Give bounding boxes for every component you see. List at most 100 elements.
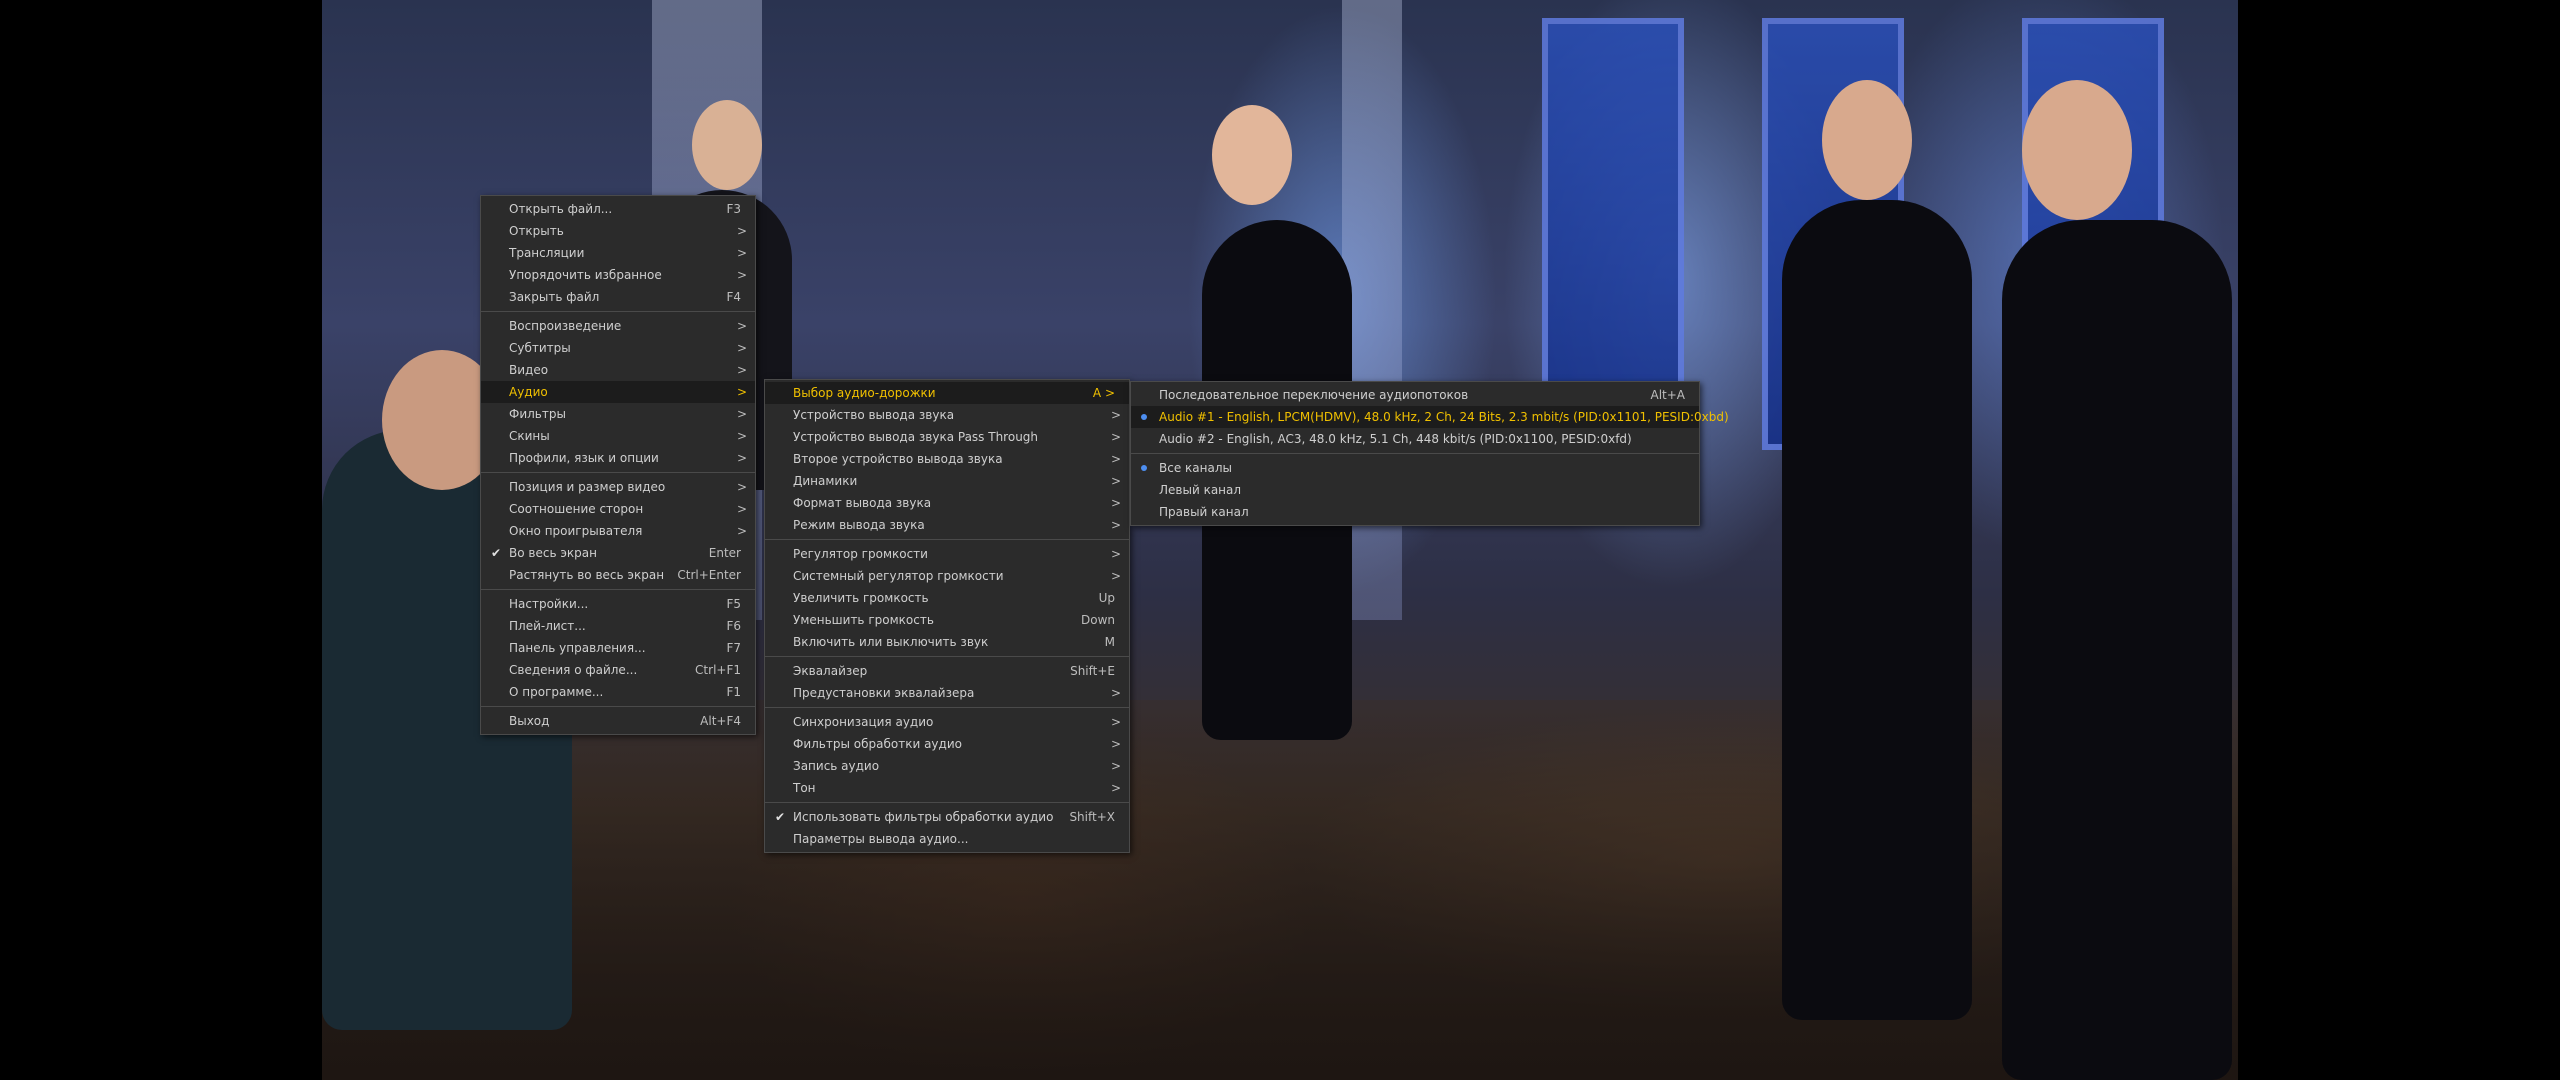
track-menu-item-label: Все каналы bbox=[1159, 461, 1232, 475]
audio-menu-item[interactable]: Фильтры обработки аудио > bbox=[765, 733, 1129, 755]
audio-menu-item-label: Режим вывода звука bbox=[793, 518, 925, 532]
main-menu-item-label: Позиция и размер видео bbox=[509, 480, 666, 494]
radio-dot-icon bbox=[1141, 465, 1147, 471]
submenu-audio: Выбор аудио-дорожки A > Устройство вывода … bbox=[764, 379, 1130, 853]
main-menu-item-label: Воспроизведение bbox=[509, 319, 622, 333]
main-menu-item[interactable]: Окно проигрывателя > bbox=[481, 520, 755, 542]
menu-separator bbox=[481, 472, 755, 473]
submenu-arrow-icon: > bbox=[1110, 715, 1121, 729]
main-menu-item-label: Фильтры bbox=[509, 407, 566, 421]
submenu-arrow-icon: > bbox=[736, 246, 747, 260]
main-menu-item[interactable]: Соотношение сторон > bbox=[481, 498, 755, 520]
audio-menu-item-label: Запись аудио bbox=[793, 759, 880, 773]
audio-menu-item-label: Предустановки эквалайзера bbox=[793, 686, 975, 700]
main-menu-item-label: Панель управления... bbox=[509, 641, 646, 655]
main-menu-item-label: Растянуть во весь экран bbox=[509, 568, 665, 582]
main-menu-item[interactable]: Профили, язык и опции > bbox=[481, 447, 755, 469]
audio-menu-item-label: Использовать фильтры обработки аудио bbox=[793, 810, 1054, 824]
audio-menu-item[interactable]: Предустановки эквалайзера > bbox=[765, 682, 1129, 704]
track-menu-item[interactable]: Последовательное переключение аудиопоток… bbox=[1131, 384, 1699, 406]
audio-menu-item-label: Устройство вывода звука bbox=[793, 408, 955, 422]
audio-menu-item[interactable]: Включить или выключить звук M bbox=[765, 631, 1129, 653]
audio-menu-item-label: Включить или выключить звук bbox=[793, 635, 989, 649]
audio-menu-item[interactable]: Второе устройство вывода звука > bbox=[765, 448, 1129, 470]
submenu-arrow-icon: > bbox=[1110, 408, 1121, 422]
main-menu-item[interactable]: Аудио > bbox=[481, 381, 755, 403]
main-menu-item[interactable]: Воспроизведение > bbox=[481, 315, 755, 337]
audio-menu-item[interactable]: Устройство вывода звука Pass Through > bbox=[765, 426, 1129, 448]
audio-menu-item[interactable]: Устройство вывода звука > bbox=[765, 404, 1129, 426]
audio-menu-item-label: Устройство вывода звука Pass Through bbox=[793, 430, 1039, 444]
audio-menu-item-label: Системный регулятор громкости bbox=[793, 569, 1004, 583]
audio-menu-item[interactable]: Запись аудио > bbox=[765, 755, 1129, 777]
track-menu-item-label: Audio #1 - English, LPCM(HDMV), 48.0 kHz… bbox=[1159, 410, 1729, 424]
audio-menu-item[interactable]: Эквалайзер Shift+E bbox=[765, 660, 1129, 682]
menu-separator bbox=[481, 706, 755, 707]
audio-menu-item[interactable]: Формат вывода звука > bbox=[765, 492, 1129, 514]
track-menu-item[interactable]: Audio #2 - English, AC3, 48.0 kHz, 5.1 C… bbox=[1131, 428, 1699, 450]
main-menu-item[interactable]: Растянуть во весь экран Ctrl+Enter bbox=[481, 564, 755, 586]
main-menu-item[interactable]: Позиция и размер видео > bbox=[481, 476, 755, 498]
audio-menu-item-label: Увеличить громкость bbox=[793, 591, 929, 605]
audio-menu-item[interactable]: Системный регулятор громкости > bbox=[765, 565, 1129, 587]
main-menu-item-label: Видео bbox=[509, 363, 549, 377]
menu-shortcut: M bbox=[1104, 635, 1115, 649]
main-menu-item-label: Открыть файл... bbox=[509, 202, 613, 216]
main-menu-item[interactable]: Открыть > bbox=[481, 220, 755, 242]
menu-shortcut: Up bbox=[1098, 591, 1115, 605]
audio-menu-item[interactable]: Уменьшить громкость Down bbox=[765, 609, 1129, 631]
track-menu-item-label: Правый канал bbox=[1159, 505, 1249, 519]
sax-player-head bbox=[2022, 80, 2132, 220]
submenu-arrow-icon: > bbox=[1110, 547, 1121, 561]
main-menu-item[interactable]: Скины > bbox=[481, 425, 755, 447]
audio-menu-item[interactable]: Тон > bbox=[765, 777, 1129, 799]
main-menu-item-label: Открыть bbox=[509, 224, 564, 238]
main-menu-item[interactable]: Фильтры > bbox=[481, 403, 755, 425]
submenu-arrow-icon: > bbox=[736, 224, 747, 238]
audio-menu-item[interactable]: ✔ Использовать фильтры обработки аудио Shi… bbox=[765, 806, 1129, 828]
main-menu-item[interactable]: Сведения о файле... Ctrl+F1 bbox=[481, 659, 755, 681]
main-menu-item-label: Плей-лист... bbox=[509, 619, 586, 633]
main-menu-item[interactable]: Видео > bbox=[481, 359, 755, 381]
audio-menu-item[interactable]: Синхронизация аудио > bbox=[765, 711, 1129, 733]
main-menu-item-label: Трансляции bbox=[509, 246, 585, 260]
main-menu-item-label: Скины bbox=[509, 429, 550, 443]
submenu-arrow-icon: > bbox=[736, 385, 747, 399]
main-menu-item[interactable]: Упорядочить избранное > bbox=[481, 264, 755, 286]
track-menu-item[interactable]: Audio #1 - English, LPCM(HDMV), 48.0 kHz… bbox=[1131, 406, 1729, 428]
audio-menu-item[interactable]: Режим вывода звука > bbox=[765, 514, 1129, 536]
audio-menu-item-label: Динамики bbox=[793, 474, 858, 488]
main-menu-item[interactable]: Плей-лист... F6 bbox=[481, 615, 755, 637]
track-menu-item[interactable]: Правый канал bbox=[1131, 501, 1699, 523]
main-menu-item-label: Профили, язык и опции bbox=[509, 451, 659, 465]
sax-player-figure bbox=[2002, 220, 2232, 1080]
track-menu-item-label: Левый канал bbox=[1159, 483, 1242, 497]
main-menu-item[interactable]: Настройки... F5 bbox=[481, 593, 755, 615]
track-menu-item[interactable]: Левый канал bbox=[1131, 479, 1699, 501]
main-menu-item[interactable]: ✔ Во весь экран Enter bbox=[481, 542, 755, 564]
menu-shortcut: Ctrl+F1 bbox=[695, 663, 741, 677]
singer-head bbox=[1212, 105, 1292, 205]
main-menu-item[interactable]: Закрыть файл F4 bbox=[481, 286, 755, 308]
main-menu-item[interactable]: Панель управления... F7 bbox=[481, 637, 755, 659]
submenu-arrow-icon: > bbox=[1110, 496, 1121, 510]
main-menu-item[interactable]: Выход Alt+F4 bbox=[481, 710, 755, 732]
menu-shortcut: Alt+A bbox=[1650, 388, 1685, 402]
submenu-arrow-icon: > bbox=[1110, 686, 1121, 700]
checkmark-icon: ✔ bbox=[775, 810, 786, 824]
submenu-arrow-icon: > bbox=[736, 480, 747, 494]
trumpet-player-head bbox=[1822, 80, 1912, 200]
submenu-arrow-icon: > bbox=[1110, 518, 1121, 532]
audio-menu-item[interactable]: Динамики > bbox=[765, 470, 1129, 492]
main-menu-item[interactable]: Трансляции > bbox=[481, 242, 755, 264]
audio-menu-item[interactable]: Параметры вывода аудио... bbox=[765, 828, 1129, 850]
main-menu-item[interactable]: Открыть файл... F3 bbox=[481, 198, 755, 220]
audio-menu-item[interactable]: Регулятор громкости > bbox=[765, 543, 1129, 565]
submenu-arrow-icon: > bbox=[736, 319, 747, 333]
main-menu-item[interactable]: Субтитры > bbox=[481, 337, 755, 359]
main-menu-item[interactable]: О программе... F1 bbox=[481, 681, 755, 703]
audio-menu-item[interactable]: Увеличить громкость Up bbox=[765, 587, 1129, 609]
audio-menu-item[interactable]: Выбор аудио-дорожки A > bbox=[765, 382, 1129, 404]
track-menu-item[interactable]: Все каналы bbox=[1131, 457, 1699, 479]
submenu-audio-track: Последовательное переключение аудиопоток… bbox=[1130, 381, 1729, 526]
